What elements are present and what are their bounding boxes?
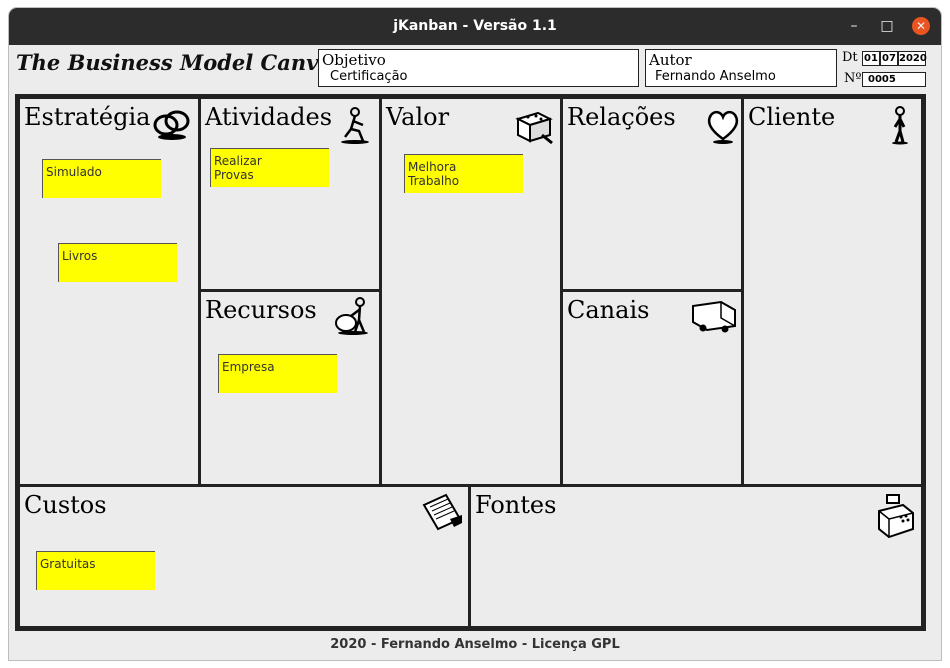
section-fontes[interactable]: Fontes — [471, 487, 921, 626]
date-label: Dt — [842, 50, 858, 65]
section-custos[interactable]: Custos Gratuitas — [20, 487, 468, 626]
section-title: Valor — [386, 103, 450, 131]
heart-icon — [707, 110, 739, 144]
close-icon[interactable]: ✕ — [912, 17, 930, 35]
section-atividades[interactable]: Atividades Realizar Provas — [201, 99, 379, 289]
app-title: The Business Model Canvas — [16, 50, 344, 75]
title-bar[interactable]: jKanban - Versão 1.1 – □ ✕ — [9, 8, 941, 45]
business-model-canvas: Estratégia Simulado Livros Atividades Re… — [15, 94, 926, 631]
section-title: Relações — [567, 103, 676, 131]
note-gratuitas[interactable]: Gratuitas — [36, 551, 155, 590]
author-label: Autor — [649, 51, 692, 69]
date-day[interactable]: 01 — [862, 51, 880, 66]
gift-box-icon — [515, 111, 553, 145]
section-relacoes[interactable]: Relações — [563, 99, 741, 289]
minimize-icon[interactable]: – — [845, 17, 863, 35]
receipt-icon — [422, 493, 462, 531]
date-month[interactable]: 07 — [880, 51, 898, 66]
truck-icon — [692, 300, 736, 333]
section-title: Recursos — [205, 296, 317, 324]
worker-icon — [341, 107, 369, 144]
rings-icon — [153, 110, 190, 140]
section-title: Atividades — [205, 103, 333, 131]
note-melhora-trabalho[interactable]: Melhora Trabalho — [404, 154, 523, 193]
section-title: Estratégia — [24, 103, 151, 131]
footer-credits: 2020 - Fernando Anselmo - Licença GPL — [330, 637, 620, 652]
date-year[interactable]: 2020 — [898, 51, 927, 66]
maximize-icon[interactable]: □ — [878, 17, 896, 35]
author-field[interactable]: Autor Fernando Anselmo — [645, 49, 837, 87]
objective-label: Objetivo — [322, 51, 386, 69]
author-value[interactable]: Fernando Anselmo — [655, 69, 776, 84]
cash-register-icon — [878, 494, 914, 539]
section-valor[interactable]: Valor Melhora Trabalho — [382, 99, 560, 484]
objective-field[interactable]: Objetivo Certificação — [318, 49, 639, 87]
section-title: Cliente — [748, 103, 836, 131]
section-canais[interactable]: Canais — [563, 292, 741, 484]
window-title: jKanban - Versão 1.1 — [393, 18, 557, 34]
section-cliente[interactable]: Cliente — [744, 99, 921, 484]
person-with-sack-icon — [335, 297, 368, 335]
note-simulado[interactable]: Simulado — [42, 159, 161, 198]
section-title: Fontes — [475, 491, 557, 519]
number-label: Nº — [844, 71, 862, 86]
objective-value[interactable]: Certificação — [330, 69, 408, 84]
note-empresa[interactable]: Empresa — [218, 354, 337, 393]
section-title: Canais — [567, 296, 650, 324]
section-title: Custos — [24, 491, 107, 519]
person-icon — [892, 106, 908, 145]
section-recursos[interactable]: Recursos Empresa — [201, 292, 379, 484]
section-estrategia[interactable]: Estratégia Simulado Livros — [20, 99, 198, 484]
note-livros[interactable]: Livros — [58, 243, 177, 282]
note-realizar-provas[interactable]: Realizar Provas — [210, 148, 329, 187]
number-value[interactable]: 0005 — [862, 72, 926, 87]
